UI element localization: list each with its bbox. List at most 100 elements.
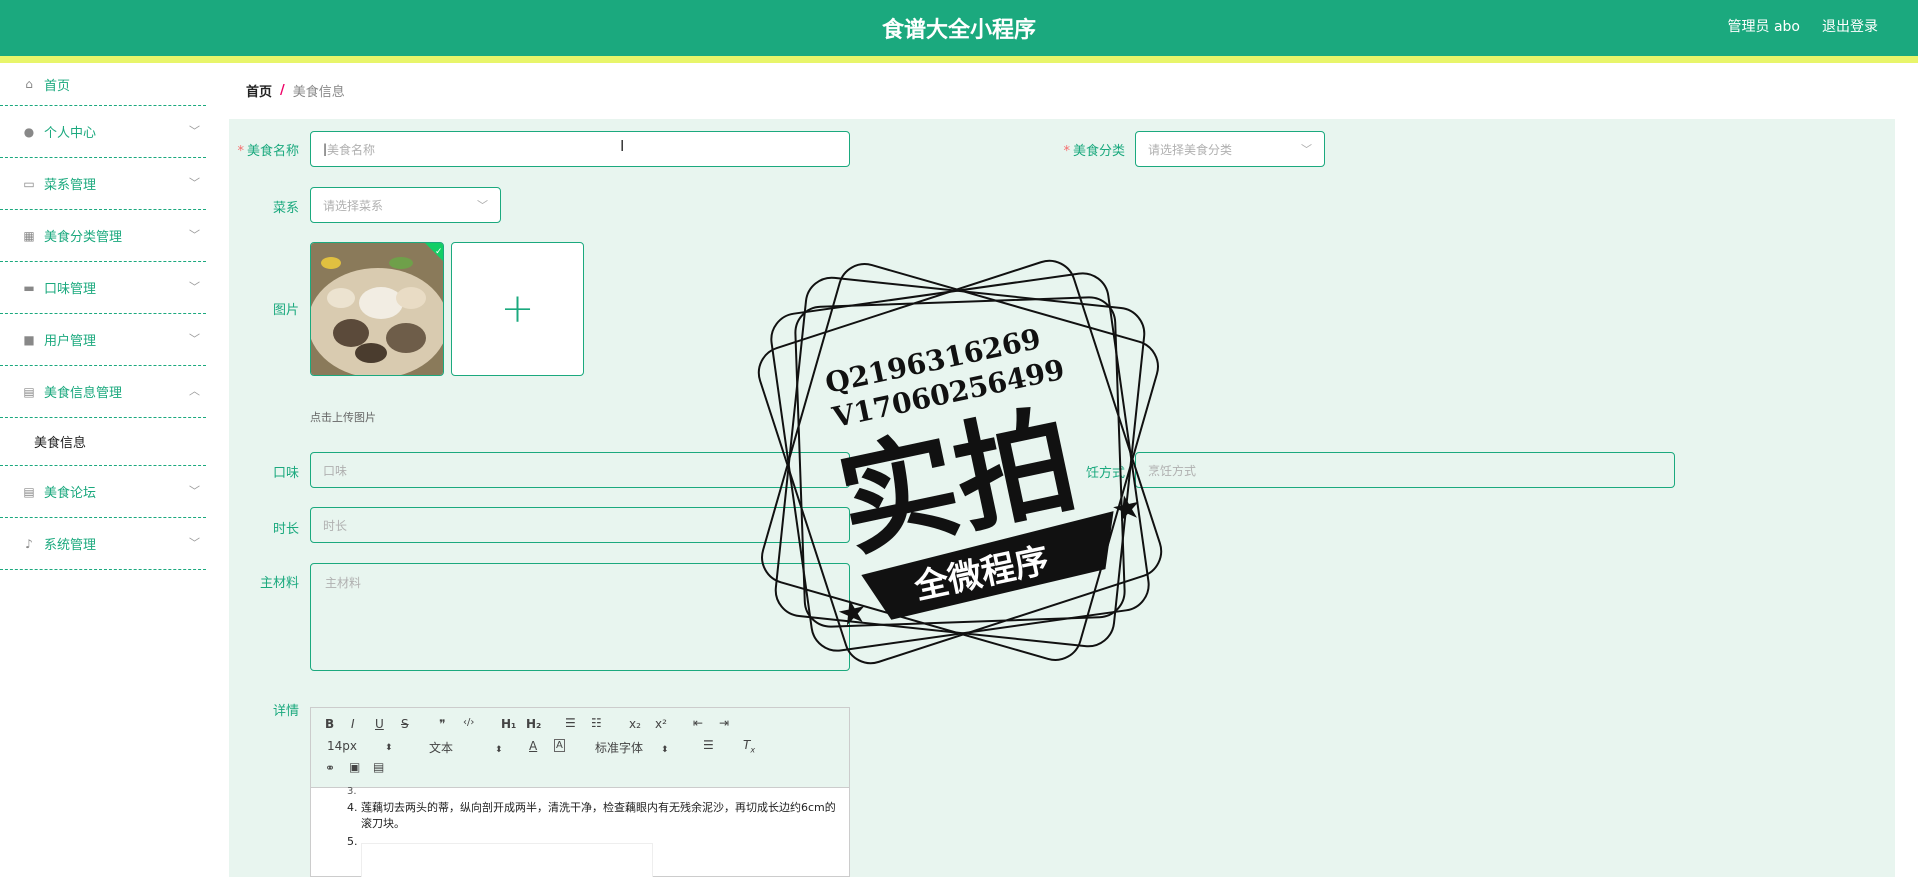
text-style-select[interactable]: 文本 ⬍ xyxy=(429,739,503,756)
details-label: 详情 xyxy=(272,704,299,719)
editor-toolbar: B I U S ❞ ‹/› H₁ H₂ ☰ ☷ x₂ x² ⇤ ⇥ 14px ⬍ … xyxy=(311,708,849,788)
insert-video-button[interactable]: ▤ xyxy=(373,760,384,774)
plus-icon: + xyxy=(500,286,535,332)
breadcrumb-home-link[interactable]: 首页 xyxy=(246,81,272,100)
header-user-area: 管理员 abo 退出登录 xyxy=(1728,16,1878,36)
app-title: 食谱大全小程序 xyxy=(881,18,1036,43)
sidebar-item-home[interactable]: ⌂ 首页 xyxy=(0,63,206,106)
sidebar-item-label: 用户管理 xyxy=(44,334,97,349)
select-arrows-icon: ⬍ xyxy=(385,743,393,753)
header-accent-strip xyxy=(0,56,1918,63)
code-block-button[interactable]: ‹/› xyxy=(463,717,474,728)
sidebar-item-label: 系统管理 xyxy=(44,538,97,553)
breadcrumb-current: 美食信息 xyxy=(292,84,345,100)
cooking-method-label: 饪方式 xyxy=(1085,466,1125,481)
list-number: 3. xyxy=(347,786,357,797)
select-arrows-icon: ⬍ xyxy=(661,745,669,755)
cuisine-label: 菜系 xyxy=(272,201,299,216)
background-color-button[interactable]: A xyxy=(554,739,565,752)
add-image-button[interactable]: + xyxy=(451,242,584,376)
chart-icon: ▦ xyxy=(23,228,35,243)
strike-button[interactable]: S xyxy=(401,717,409,731)
food-category-select[interactable]: 请选择美食分类 ﹀ xyxy=(1135,131,1325,167)
food-name-input[interactable]: | 美食名称 xyxy=(310,131,850,167)
sidebar-item-forum[interactable]: ▤ 美食论坛 ﹀ xyxy=(0,466,206,518)
bullet-list-button[interactable]: ☷ xyxy=(591,716,602,730)
superscript-button[interactable]: x² xyxy=(655,717,667,731)
chevron-down-icon: ﹀ xyxy=(189,483,200,497)
sidebar-item-profile[interactable]: ● 个人中心 ﹀ xyxy=(0,106,206,158)
subscript-button[interactable]: x₂ xyxy=(629,717,641,731)
cuisine-select[interactable]: 请选择菜系 ﹀ xyxy=(310,187,501,223)
sidebar-item-taste[interactable]: ▬ 口味管理 ﹀ xyxy=(0,262,206,314)
sidebar-subitem-label: 美食信息 xyxy=(34,436,87,451)
text-cursor-icon: I xyxy=(620,137,625,155)
rich-text-editor: B I U S ❞ ‹/› H₁ H₂ ☰ ☷ x₂ x² ⇤ ⇥ 14px ⬍ … xyxy=(310,707,850,877)
sidebar-item-label: 个人中心 xyxy=(44,126,97,141)
h2-button[interactable]: H₂ xyxy=(526,717,541,731)
main-ingredients-label: 主材料 xyxy=(259,576,299,591)
h1-button[interactable]: H₁ xyxy=(501,717,516,731)
font-size-select[interactable]: 14px ⬍ xyxy=(327,739,393,753)
chevron-down-icon: ﹀ xyxy=(189,535,200,549)
taste-input[interactable]: 口味 xyxy=(310,452,850,488)
uploaded-image-thumbnail[interactable]: ✓ xyxy=(310,242,444,376)
underline-button[interactable]: U xyxy=(375,717,384,731)
sidebar-item-label: 菜系管理 xyxy=(44,178,97,193)
taste-label: 口味 xyxy=(272,466,299,481)
sidebar-item-category[interactable]: ▦ 美食分类管理 ﹀ xyxy=(0,210,206,262)
duration-label: 时长 xyxy=(272,522,299,537)
text-color-button[interactable]: A xyxy=(529,739,537,753)
select-arrows-icon: ⬍ xyxy=(495,745,503,755)
upload-hint: 点击上传图片 xyxy=(310,411,376,424)
align-button[interactable]: ☰ xyxy=(703,738,714,752)
list-number: 4. xyxy=(347,801,358,814)
chevron-up-icon: ︿ xyxy=(189,383,200,397)
italic-button[interactable]: I xyxy=(351,717,355,731)
sidebar-item-users[interactable]: ■ 用户管理 ﹀ xyxy=(0,314,206,366)
main-ingredients-textarea[interactable]: 主材料 xyxy=(310,563,850,671)
editor-paragraph: 莲藕切去两头的蒂，纵向剖开成两半，清洗干净，检查藕眼内有无残余泥沙，再切成长边约… xyxy=(361,801,836,830)
blockquote-button[interactable]: ❞ xyxy=(439,717,445,731)
sidebar-item-label: 美食论坛 xyxy=(44,486,97,501)
sidebar-item-label: 首页 xyxy=(44,78,71,94)
indent-button[interactable]: ⇥ xyxy=(719,716,729,730)
link-button[interactable]: ⚭ xyxy=(325,761,335,775)
microphone-icon: ♪ xyxy=(25,536,33,551)
sidebar-item-label: 美食信息管理 xyxy=(44,386,123,401)
sidebar-item-label: 美食分类管理 xyxy=(44,230,123,245)
sidebar-item-label: 口味管理 xyxy=(44,282,97,297)
food-name-label: * 美食名称 xyxy=(237,144,299,159)
logout-button[interactable]: 退出登录 xyxy=(1822,16,1878,36)
breadcrumb: 首页 / 美食信息 xyxy=(229,69,1895,111)
breadcrumb-separator: / xyxy=(280,82,285,98)
chevron-down-icon: ﹀ xyxy=(189,279,200,293)
chevron-down-icon: ﹀ xyxy=(1301,143,1312,156)
sidebar-item-cuisine[interactable]: ▭ 菜系管理 ﹀ xyxy=(0,158,206,210)
user-icon: ● xyxy=(23,124,35,139)
admin-label[interactable]: 管理员 abo xyxy=(1728,16,1800,36)
food-photo: ✓ xyxy=(311,243,443,375)
insert-image-button[interactable]: ▣ xyxy=(349,760,360,774)
duration-input[interactable]: 时长 xyxy=(310,507,850,543)
food-category-label: * 美食分类 xyxy=(1063,144,1125,159)
sidebar-subitem-food-info[interactable]: 美食信息 xyxy=(0,418,206,466)
clear-format-button[interactable]: Tx xyxy=(743,738,755,754)
sidebar-item-system[interactable]: ♪ 系统管理 ﹀ xyxy=(0,518,206,570)
font-family-select[interactable]: 标准字体 ⬍ xyxy=(595,739,669,756)
chevron-down-icon: ﹀ xyxy=(189,331,200,345)
image-label: 图片 xyxy=(272,303,299,318)
home-icon: ⌂ xyxy=(25,77,33,91)
chevron-down-icon: ﹀ xyxy=(477,199,488,212)
outdent-button[interactable]: ⇤ xyxy=(693,716,703,730)
ordered-list-button[interactable]: ☰ xyxy=(565,716,576,730)
sidebar: ⌂ 首页 ● 个人中心 ﹀ ▭ 菜系管理 ﹀ ▦ 美食分类管理 ﹀ ▬ 口味管理… xyxy=(0,63,206,877)
editor-content[interactable]: 3. 4. 莲藕切去两头的蒂，纵向剖开成两半，清洗干净，检查藕眼内有无残余泥沙，… xyxy=(311,786,849,877)
sidebar-item-food-info[interactable]: ▤ 美食信息管理 ︿ xyxy=(0,366,206,418)
bold-button[interactable]: B xyxy=(325,717,334,731)
chevron-down-icon: ﹀ xyxy=(189,123,200,137)
chat-icon: ▭ xyxy=(23,176,35,191)
cooking-method-input[interactable]: 烹饪方式 xyxy=(1135,452,1675,488)
list-number: 5. xyxy=(347,835,358,848)
top-header: 食谱大全小程序 管理员 abo 退出登录 xyxy=(0,0,1918,56)
